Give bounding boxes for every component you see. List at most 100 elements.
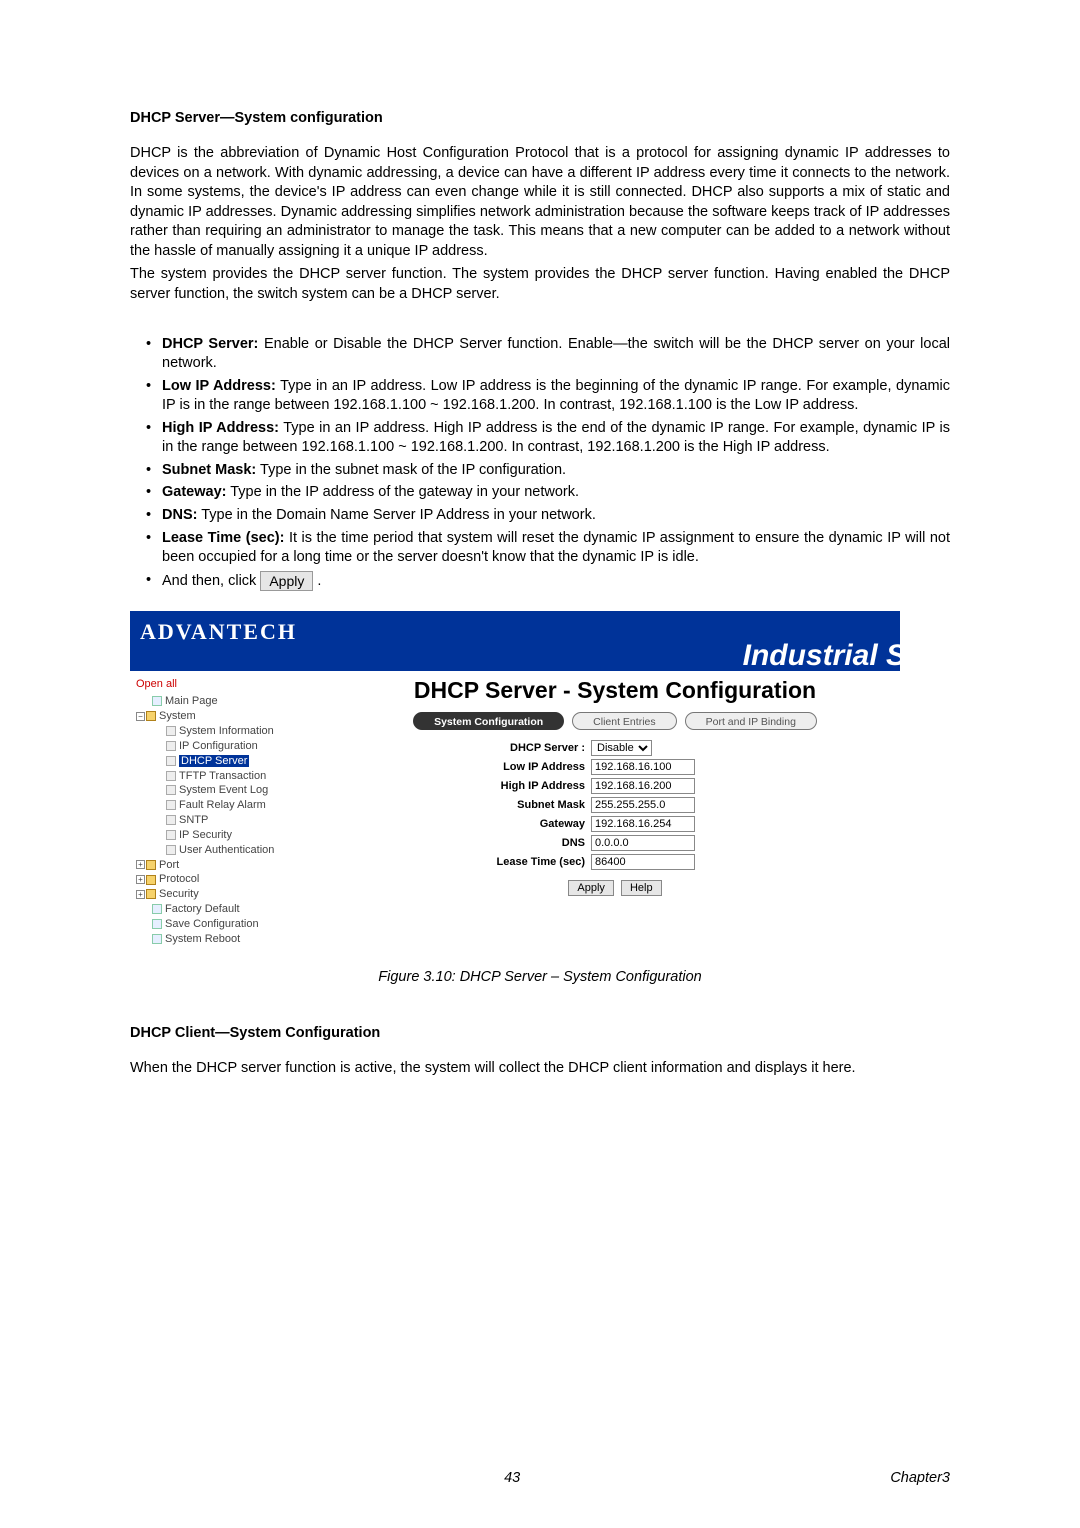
nav-label: System — [159, 710, 196, 722]
page-icon — [152, 919, 162, 929]
input-gateway[interactable] — [591, 816, 695, 832]
and-then-post: . — [317, 573, 321, 589]
bullet-dns: DNS: Type in the Domain Name Server IP A… — [162, 506, 950, 526]
nav-label: Port — [159, 859, 179, 871]
label-high-ip: High IP Address — [485, 780, 591, 792]
bullet-gateway: Gateway: Type in the IP address of the g… — [162, 483, 950, 503]
nav-label: Protocol — [159, 873, 199, 885]
open-all-link[interactable]: Open all — [136, 677, 324, 692]
bullet-and-then: And then, click Apply . — [162, 571, 950, 592]
expand-icon[interactable]: + — [136, 860, 145, 869]
nav-main-page[interactable]: Main Page — [136, 694, 324, 709]
nav-label: System Reboot — [165, 933, 240, 945]
file-icon — [166, 726, 176, 736]
row-low-ip: Low IP Address — [485, 759, 745, 775]
config-form: DHCP Server : Disable Low IP Address Hig… — [485, 740, 745, 896]
bullet-rest: Type in an IP address. High IP address i… — [162, 420, 950, 456]
screenshot-header: ADVANTECH Industrial S — [130, 611, 900, 671]
bullet-lead: DHCP Server: — [162, 336, 258, 352]
nav-user-auth[interactable]: User Authentication — [136, 843, 324, 858]
bullet-lead: Gateway: — [162, 484, 226, 500]
tab-bar: System Configuration Client Entries Port… — [330, 712, 900, 730]
help-button[interactable]: Help — [621, 880, 662, 896]
nav-label: Main Page — [165, 695, 218, 707]
label-dns: DNS — [485, 837, 591, 849]
nav-ip-security[interactable]: IP Security — [136, 828, 324, 843]
row-dns: DNS — [485, 835, 745, 851]
product-line-text: Industrial S — [743, 639, 900, 673]
nav-system[interactable]: − System — [136, 709, 324, 724]
nav-label: Factory Default — [165, 903, 240, 915]
nav-dhcp-server[interactable]: DHCP Server — [136, 754, 324, 769]
nav-label: IP Configuration — [179, 740, 258, 752]
bullet-lead: Subnet Mask: — [162, 462, 256, 478]
label-lease-time: Lease Time (sec) — [485, 856, 591, 868]
bullet-lead: High IP Address: — [162, 420, 279, 436]
bullet-list: DHCP Server: Enable or Disable the DHCP … — [130, 335, 950, 592]
bullet-rest: Type in an IP address. Low IP address is… — [162, 378, 950, 414]
file-icon — [166, 830, 176, 840]
bullet-lead: Lease Time (sec): — [162, 530, 284, 546]
nav-factory-default[interactable]: Factory Default — [136, 902, 324, 917]
and-then-pre: And then, click — [162, 573, 260, 589]
nav-sntp[interactable]: SNTP — [136, 813, 324, 828]
apply-button[interactable]: Apply — [568, 880, 614, 896]
nav-system-reboot[interactable]: System Reboot — [136, 932, 324, 947]
nav-system-info[interactable]: System Information — [136, 724, 324, 739]
para-dhcp-server-note: The system provides the DHCP server func… — [130, 265, 950, 304]
folder-icon — [146, 711, 156, 721]
folder-icon — [146, 875, 156, 885]
nav-label: System Event Log — [179, 784, 268, 796]
bullet-lead: Low IP Address: — [162, 378, 276, 394]
expand-icon[interactable]: + — [136, 890, 145, 899]
row-high-ip: High IP Address — [485, 778, 745, 794]
bullet-lease-time: Lease Time (sec): It is the time period … — [162, 529, 950, 568]
nav-save-config[interactable]: Save Configuration — [136, 917, 324, 932]
nav-protocol[interactable]: + Protocol — [136, 872, 324, 887]
label-subnet-mask: Subnet Mask — [485, 799, 591, 811]
nav-tftp[interactable]: TFTP Transaction — [136, 769, 324, 784]
screenshot-dhcp-config: ADVANTECH Industrial S Open all Main Pag… — [130, 611, 900, 963]
nav-event-log[interactable]: System Event Log — [136, 783, 324, 798]
label-low-ip: Low IP Address — [485, 761, 591, 773]
input-subnet-mask[interactable] — [591, 797, 695, 813]
bullet-subnet-mask: Subnet Mask: Type in the subnet mask of … — [162, 461, 950, 481]
input-dns[interactable] — [591, 835, 695, 851]
tab-port-ip-binding[interactable]: Port and IP Binding — [685, 712, 817, 730]
bullet-rest: Type in the IP address of the gateway in… — [226, 484, 579, 500]
file-icon — [166, 845, 176, 855]
expand-icon[interactable]: + — [136, 875, 145, 884]
nav-sidebar: Open all Main Page − System System Inform… — [130, 671, 330, 963]
nav-port[interactable]: + Port — [136, 858, 324, 873]
file-icon — [166, 815, 176, 825]
nav-ip-config[interactable]: IP Configuration — [136, 739, 324, 754]
heading-dhcp-client-config: DHCP Client—System Configuration — [130, 1025, 950, 1041]
tab-system-config[interactable]: System Configuration — [413, 712, 564, 730]
para-dhcp-client: When the DHCP server function is active,… — [130, 1059, 950, 1079]
nav-label: Security — [159, 888, 199, 900]
row-dhcp-server: DHCP Server : Disable — [485, 740, 745, 756]
file-icon — [166, 756, 176, 766]
tab-client-entries[interactable]: Client Entries — [572, 712, 676, 730]
bullet-dhcp-server: DHCP Server: Enable or Disable the DHCP … — [162, 335, 950, 374]
brand-logo: ADVANTECH — [140, 619, 297, 645]
file-icon — [166, 771, 176, 781]
folder-icon — [146, 889, 156, 899]
nav-fault-relay[interactable]: Fault Relay Alarm — [136, 798, 324, 813]
input-high-ip[interactable] — [591, 778, 695, 794]
collapse-icon[interactable]: − — [136, 712, 145, 721]
input-low-ip[interactable] — [591, 759, 695, 775]
page-icon — [152, 934, 162, 944]
nav-security[interactable]: + Security — [136, 887, 324, 902]
bullet-rest: Enable or Disable the DHCP Server functi… — [162, 336, 950, 372]
input-lease-time[interactable] — [591, 854, 695, 870]
row-gateway: Gateway — [485, 816, 745, 832]
nav-label: SNTP — [179, 814, 208, 826]
select-dhcp-server[interactable]: Disable — [591, 740, 652, 756]
label-dhcp-server: DHCP Server : — [485, 742, 591, 754]
file-icon — [166, 800, 176, 810]
page-icon — [152, 696, 162, 706]
page-icon — [152, 904, 162, 914]
main-panel: DHCP Server - System Configuration Syste… — [330, 671, 900, 963]
file-icon — [166, 741, 176, 751]
